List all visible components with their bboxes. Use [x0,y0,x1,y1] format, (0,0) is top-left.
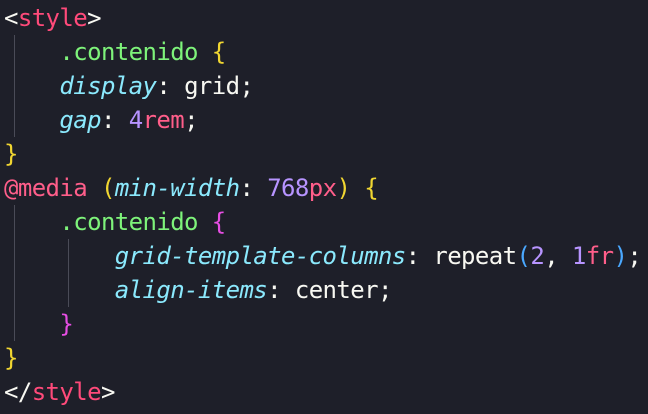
indent-guide [68,273,69,307]
number-token: 1 [571,242,586,270]
brace-token: { [364,174,379,202]
number-token: 768 [267,174,309,202]
code-line[interactable]: <style> [4,1,648,35]
code-line[interactable]: display: grid; [4,69,648,103]
code-line[interactable]: gap: 4rem; [4,103,648,137]
punctuation-token: : [267,276,281,304]
brace-token: { [211,208,226,236]
selector-token: .contenido [59,38,198,66]
punctuation-token: ; [377,276,392,304]
punctuation-token: : [100,106,115,134]
property-token: grid-template-columns [114,242,406,270]
brace-token: } [59,310,74,338]
brace-token: } [4,344,18,372]
value-token: grid [184,72,240,100]
punctuation-token: > [100,378,115,406]
indent-guide [14,69,15,103]
punctuation-token: : [156,72,171,100]
punctuation-token: : [405,242,420,270]
code-line[interactable]: align-items: center; [4,273,648,307]
indent-guide [14,307,15,341]
punctuation-token: </ [4,378,32,406]
unit-token: rem [142,106,185,134]
value-token: center [294,276,379,304]
code-line[interactable]: </style> [4,375,648,409]
unit-token: px [308,174,337,202]
indent-guide [14,273,15,307]
code-line[interactable]: @media (min-width: 768px) { [4,171,648,205]
code-line[interactable]: .contenido { [4,205,648,239]
at-rule-token: @media [4,174,88,202]
indent-guide [14,205,15,239]
value-token: repeat [433,242,517,270]
paren-token: ( [100,174,115,202]
tag-name-token: style [17,4,88,32]
indent-guide [68,239,69,273]
number-token: 2 [530,242,545,270]
property-token: gap [59,106,101,134]
brace-token: { [211,38,226,66]
code-line[interactable]: grid-template-columns: repeat(2, 1fr); [4,239,648,273]
code-editor[interactable]: <style> .contenido { display: grid; gap:… [0,0,648,414]
brace-token: } [4,140,18,168]
punctuation-token: ; [184,106,198,134]
paren-token: ) [613,242,628,270]
punctuation-token: ; [627,242,642,270]
number-token: 4 [128,106,143,134]
indent-guide [14,103,15,137]
punctuation-token: ; [239,72,254,100]
paren-token: ( [516,242,531,270]
code-line[interactable]: .contenido { [4,35,648,69]
code-line[interactable]: } [4,137,648,171]
indent-guide [14,35,15,69]
selector-token: .contenido [59,208,198,236]
code-line[interactable]: } [4,341,648,375]
property-token: display [59,72,157,100]
paren-token: ) [336,174,351,202]
code-line[interactable]: } [4,307,648,341]
punctuation-token: : [239,174,254,202]
punctuation-token: , [544,242,559,270]
punctuation-token: < [4,4,18,32]
punctuation-token: > [87,4,101,32]
property-token: min-width [114,174,240,202]
tag-name-token: style [31,378,102,406]
unit-token: fr [585,242,614,270]
indent-guide [14,239,15,273]
property-token: align-items [114,276,268,304]
